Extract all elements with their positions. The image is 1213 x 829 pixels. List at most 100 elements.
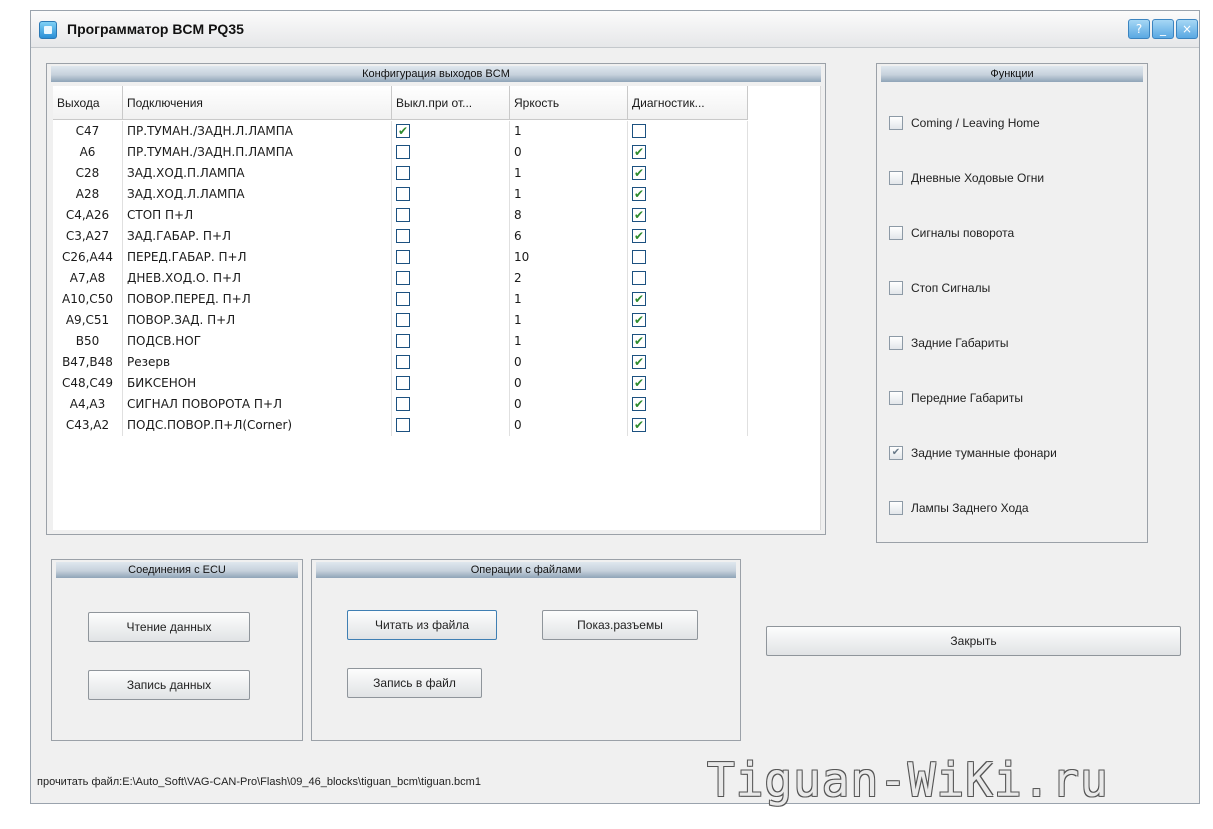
- column-header-off[interactable]: Выкл.при от...: [392, 86, 510, 120]
- table-row[interactable]: B47,B48 Резерв 0 ✔: [53, 352, 763, 373]
- status-bar-text: прочитать файл:E:\Auto_Soft\VAG-CAN-Pro\…: [37, 776, 481, 788]
- brightness-cell[interactable]: 10: [510, 247, 628, 268]
- diagnostics-checkbox[interactable]: ✔: [632, 187, 646, 201]
- table-row[interactable]: A6 ПР.ТУМАН./ЗАДН.П.ЛАМПА 0 ✔: [53, 142, 763, 163]
- brightness-cell[interactable]: 8: [510, 205, 628, 226]
- function-checkbox[interactable]: ✔: [889, 446, 903, 460]
- connection-cell: ЗАД.ХОД.П.ЛАМПА: [123, 163, 392, 184]
- diagnostics-checkbox[interactable]: ✔: [632, 145, 646, 159]
- off-when-checkbox[interactable]: [396, 271, 410, 285]
- off-when-checkbox[interactable]: [396, 145, 410, 159]
- brightness-cell[interactable]: 0: [510, 415, 628, 436]
- output-cell: B50: [53, 331, 123, 352]
- column-header-brightness[interactable]: Яркость: [510, 86, 628, 120]
- table-row[interactable]: C47 ПР.ТУМАН./ЗАДН.Л.ЛАМПА ✔ 1: [53, 121, 763, 142]
- brightness-cell[interactable]: 2: [510, 268, 628, 289]
- read-from-file-button[interactable]: Читать из файла: [347, 610, 497, 640]
- function-checkbox[interactable]: [889, 171, 903, 185]
- off-cell: [392, 310, 510, 331]
- help-button[interactable]: ?: [1128, 19, 1150, 39]
- brightness-cell[interactable]: 1: [510, 163, 628, 184]
- off-when-checkbox[interactable]: [396, 313, 410, 327]
- off-when-checkbox[interactable]: [396, 397, 410, 411]
- brightness-cell[interactable]: 1: [510, 310, 628, 331]
- column-header-connection[interactable]: Подключения: [123, 86, 392, 120]
- table-row[interactable]: A28 ЗАД.ХОД.Л.ЛАМПА 1 ✔: [53, 184, 763, 205]
- off-when-checkbox[interactable]: [396, 208, 410, 222]
- table-row[interactable]: C28 ЗАД.ХОД.П.ЛАМПА 1 ✔: [53, 163, 763, 184]
- table-row[interactable]: C26,A44 ПЕРЕД.ГАБАР. П+Л 10: [53, 247, 763, 268]
- function-checkbox[interactable]: [889, 336, 903, 350]
- diagnostics-checkbox[interactable]: ✔: [632, 376, 646, 390]
- off-cell: [392, 268, 510, 289]
- write-to-file-button[interactable]: Запись в файл: [347, 668, 482, 698]
- output-cell: A4,A3: [53, 394, 123, 415]
- functions-header: Функции: [881, 66, 1143, 82]
- diagnostics-checkbox[interactable]: ✔: [632, 334, 646, 348]
- brightness-cell[interactable]: 1: [510, 121, 628, 142]
- off-when-checkbox[interactable]: [396, 166, 410, 180]
- function-checkbox[interactable]: [889, 391, 903, 405]
- off-cell: [392, 226, 510, 247]
- diagnostics-checkbox[interactable]: ✔: [632, 397, 646, 411]
- off-when-checkbox[interactable]: [396, 292, 410, 306]
- off-cell: [392, 415, 510, 436]
- brightness-cell[interactable]: 1: [510, 331, 628, 352]
- function-checkbox[interactable]: [889, 226, 903, 240]
- diagnostics-checkbox[interactable]: ✔: [632, 229, 646, 243]
- diagnostics-checkbox[interactable]: ✔: [632, 292, 646, 306]
- write-data-button[interactable]: Запись данных: [88, 670, 250, 700]
- brightness-cell[interactable]: 0: [510, 352, 628, 373]
- bcm-config-table: Выхода Подключения Выкл.при от... Яркост…: [53, 86, 821, 530]
- table-row[interactable]: C48,C49 БИКСЕНОН 0 ✔: [53, 373, 763, 394]
- table-body: C47 ПР.ТУМАН./ЗАДН.Л.ЛАМПА ✔ 1 A6 ПР.ТУМАН./З…: [53, 121, 763, 436]
- function-checkbox[interactable]: [889, 501, 903, 515]
- column-header-diagnostics[interactable]: Диагностик...: [628, 86, 748, 120]
- brightness-cell[interactable]: 6: [510, 226, 628, 247]
- off-cell: [392, 394, 510, 415]
- function-label: Сигналы поворота: [911, 226, 1015, 240]
- table-row[interactable]: A4,A3 СИГНАЛ ПОВОРОТА П+Л 0 ✔: [53, 394, 763, 415]
- off-when-checkbox[interactable]: [396, 229, 410, 243]
- diagnostics-checkbox[interactable]: [632, 271, 646, 285]
- brightness-cell[interactable]: 1: [510, 184, 628, 205]
- table-row[interactable]: C3,A27 ЗАД.ГАБАР. П+Л 6 ✔: [53, 226, 763, 247]
- brightness-cell[interactable]: 0: [510, 373, 628, 394]
- table-row[interactable]: A7,A8 ДНЕВ.ХОД.О. П+Л 2: [53, 268, 763, 289]
- show-connectors-button[interactable]: Показ.разъемы: [542, 610, 698, 640]
- diagnostics-checkbox[interactable]: [632, 250, 646, 264]
- title-bar: Программатор BCM PQ35 ? _ ×: [31, 11, 1199, 48]
- brightness-cell[interactable]: 1: [510, 289, 628, 310]
- diagnostics-checkbox[interactable]: ✔: [632, 418, 646, 432]
- off-when-checkbox[interactable]: [396, 334, 410, 348]
- function-checkbox[interactable]: [889, 116, 903, 130]
- minimize-button[interactable]: _: [1152, 19, 1174, 39]
- table-row[interactable]: C4,A26 СТОП П+Л 8 ✔: [53, 205, 763, 226]
- brightness-cell[interactable]: 0: [510, 394, 628, 415]
- function-checkbox[interactable]: [889, 281, 903, 295]
- close-window-button[interactable]: ×: [1176, 19, 1198, 39]
- table-row[interactable]: B50 ПОДСВ.НОГ 1 ✔: [53, 331, 763, 352]
- table-row[interactable]: A10,C50 ПОВОР.ПЕРЕД. П+Л 1 ✔: [53, 289, 763, 310]
- off-when-checkbox[interactable]: [396, 355, 410, 369]
- diagnostics-checkbox[interactable]: ✔: [632, 313, 646, 327]
- diagnostics-checkbox[interactable]: ✔: [632, 166, 646, 180]
- off-cell: [392, 373, 510, 394]
- diagnostics-checkbox[interactable]: ✔: [632, 208, 646, 222]
- off-when-checkbox[interactable]: [396, 418, 410, 432]
- off-when-checkbox[interactable]: [396, 250, 410, 264]
- connection-cell: ПОВОР.ЗАД. П+Л: [123, 310, 392, 331]
- table-row[interactable]: C43,A2 ПОДС.ПОВОР.П+Л(Corner) 0 ✔: [53, 415, 763, 436]
- off-when-checkbox[interactable]: [396, 187, 410, 201]
- column-header-output[interactable]: Выхода: [53, 86, 123, 120]
- functions-group: Функции Coming / Leaving Home Дневные Ход…: [876, 63, 1148, 543]
- diagnostics-checkbox[interactable]: ✔: [632, 355, 646, 369]
- table-row[interactable]: A9,C51 ПОВОР.ЗАД. П+Л 1 ✔: [53, 310, 763, 331]
- off-when-checkbox[interactable]: [396, 376, 410, 390]
- read-data-button[interactable]: Чтение данных: [88, 612, 250, 642]
- close-button[interactable]: Закрыть: [766, 626, 1181, 656]
- function-label: Задние туманные фонари: [911, 446, 1057, 460]
- diagnostics-checkbox[interactable]: [632, 124, 646, 138]
- off-when-checkbox[interactable]: ✔: [396, 124, 410, 138]
- brightness-cell[interactable]: 0: [510, 142, 628, 163]
